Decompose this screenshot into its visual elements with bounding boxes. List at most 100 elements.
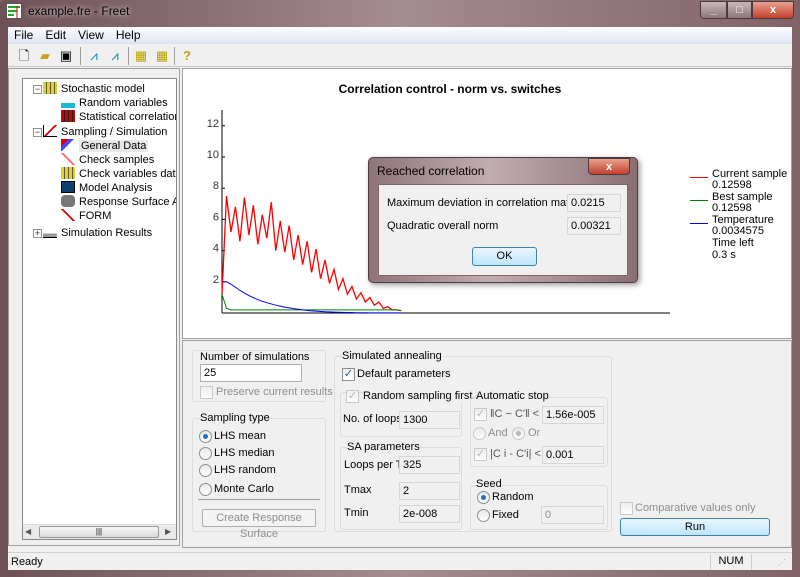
scrollbar-thumb[interactable]: ||| (39, 526, 159, 538)
y-tick-label: 6 (213, 211, 219, 223)
radio-or[interactable] (512, 427, 525, 440)
close-button[interactable]: x (752, 1, 794, 19)
legend-time-label: Time left (712, 237, 754, 249)
radio-lhs-random[interactable] (199, 464, 212, 477)
grid-icon (43, 82, 57, 94)
model-tree: − Stochastic model Random variables Stat… (22, 78, 177, 540)
dialog-body: Maximum deviation in correlation matrix … (378, 184, 628, 276)
results-icon (43, 226, 57, 238)
max-deviation-value: 0.0215 (567, 194, 621, 212)
maximize-button[interactable]: □ (727, 1, 752, 19)
loops-label: No. of loops (343, 413, 402, 425)
tree-item-form[interactable]: FORM (61, 209, 111, 223)
simulated-annealing-label: Simulated annealing (342, 350, 442, 362)
element-stop-value[interactable]: 0.001 (542, 446, 604, 464)
preserve-results-checkbox[interactable] (200, 386, 213, 399)
y-tick-label: 2 (213, 274, 219, 286)
radio-monte-carlo[interactable] (199, 483, 212, 496)
tree-item-sampling-simulation[interactable]: Sampling / Simulation (43, 125, 167, 139)
tree-item-stochastic-model[interactable]: Stochastic model (43, 82, 145, 96)
norm-stop-checkbox[interactable]: ✓ (474, 408, 487, 421)
norm-stop-value[interactable]: 1.56e-005 (542, 406, 604, 424)
expand-icon[interactable]: + (33, 229, 42, 238)
tree-item-response-surface[interactable]: Response Surface Ar (61, 195, 176, 209)
tmin-label: Tmin (344, 507, 369, 519)
distribution-icon (61, 96, 75, 108)
y-tick-label: 8 (213, 180, 219, 192)
table-edit-icon[interactable]: ▦ (153, 47, 171, 64)
resize-grip-icon[interactable]: ⋰ (778, 558, 786, 567)
app-icon (6, 3, 22, 19)
tmin-value[interactable]: 2e-008 (399, 505, 460, 523)
y-tick-label: 10 (207, 149, 219, 161)
open-folder-icon[interactable]: ▰ (36, 47, 54, 64)
run-button[interactable]: Run (620, 518, 770, 536)
general-data-icon (61, 139, 75, 151)
automatic-stop-label: Automatic stop (476, 390, 549, 402)
dialog-close-button[interactable]: x (588, 158, 630, 175)
scroll-right-icon[interactable]: ▶ (165, 527, 171, 536)
ok-button[interactable]: OK (472, 247, 537, 266)
tree-item-check-variables-data[interactable]: Check variables data (61, 167, 176, 181)
lhs-random-label: LHS random (214, 464, 276, 476)
loops-value[interactable]: 1300 (399, 411, 460, 429)
tree-item-general-data[interactable]: General Data (61, 139, 149, 153)
window-title: example.fre - Freet (28, 4, 130, 18)
menu-file[interactable]: File (8, 27, 39, 44)
menu-view[interactable]: View (72, 27, 110, 44)
tmax-value[interactable]: 2 (399, 482, 460, 500)
tree-item-random-variables[interactable]: Random variables (61, 96, 168, 110)
radio-seed-fixed[interactable] (477, 509, 490, 522)
num-lock-indicator: NUM (710, 554, 752, 570)
help-icon[interactable]: ? (178, 47, 196, 64)
radio-lhs-median[interactable] (199, 447, 212, 460)
tree-item-check-samples[interactable]: Check samples (61, 153, 154, 167)
seed-fixed-label: Fixed (492, 509, 519, 521)
create-response-surface-button[interactable]: Create Response Surface (202, 509, 316, 540)
toolbar: 🗋 ▰ ▣ ⩘ ⩘ ▦ ▦ ? (8, 44, 792, 67)
num-simulations-input[interactable]: 25 (200, 364, 302, 382)
tree-item-simulation-results[interactable]: Simulation Results (43, 226, 152, 240)
random-sampling-label: Random sampling first (363, 390, 473, 402)
legend-swatch-best (690, 200, 708, 201)
random-sampling-checkbox[interactable]: ✓ (346, 390, 359, 403)
preserve-results-label: Preserve current results (216, 386, 333, 398)
radio-lhs-mean[interactable] (199, 430, 212, 443)
y-tick-label: 12 (207, 118, 219, 130)
table-icon[interactable]: ▦ (132, 47, 150, 64)
lhs-median-label: LHS median (214, 447, 275, 459)
seed-label: Seed (476, 478, 502, 490)
menu-bar: File Edit View Help (8, 27, 792, 44)
separator (198, 499, 320, 500)
collapse-icon[interactable]: − (33, 85, 42, 94)
monte-carlo-label: Monte Carlo (214, 483, 274, 495)
tree-item-model-analysis[interactable]: Model Analysis (61, 181, 152, 195)
tree-item-statistical-correlation[interactable]: Statistical correlation (61, 110, 176, 124)
random-variable-edit-icon[interactable]: ⩘ (106, 47, 124, 64)
seed-value-input[interactable]: 0 (541, 506, 604, 524)
new-file-icon[interactable]: 🗋 (15, 47, 33, 64)
legend-swatch-current (690, 177, 708, 178)
save-icon[interactable]: ▣ (57, 47, 75, 64)
seed-random-label: Random (492, 491, 534, 503)
radio-seed-random[interactable] (477, 491, 490, 504)
radio-and[interactable] (473, 427, 486, 440)
grid-icon (61, 167, 75, 179)
random-variable-icon[interactable]: ⩘ (85, 47, 103, 64)
tree-horizontal-scrollbar[interactable]: ◀ ||| ▶ (23, 524, 176, 539)
scatter-icon (61, 153, 75, 165)
calculator-icon (61, 181, 75, 193)
y-tick-label: 4 (213, 243, 219, 255)
series-line-best-sample (221, 294, 402, 312)
sa-parameters-label: SA parameters (347, 441, 420, 453)
default-parameters-checkbox[interactable]: ✓ (342, 368, 355, 381)
legend-best-value: 0.12598 (712, 202, 752, 214)
loops-per-t-value[interactable]: 325 (399, 456, 460, 474)
menu-edit[interactable]: Edit (39, 27, 72, 44)
menu-help[interactable]: Help (110, 27, 147, 44)
minimize-button[interactable]: _ (700, 1, 727, 19)
collapse-icon[interactable]: − (33, 128, 42, 137)
comparative-values-checkbox[interactable] (620, 502, 633, 515)
scroll-left-icon[interactable]: ◀ (25, 527, 31, 536)
element-stop-checkbox[interactable]: ✓ (474, 448, 487, 461)
